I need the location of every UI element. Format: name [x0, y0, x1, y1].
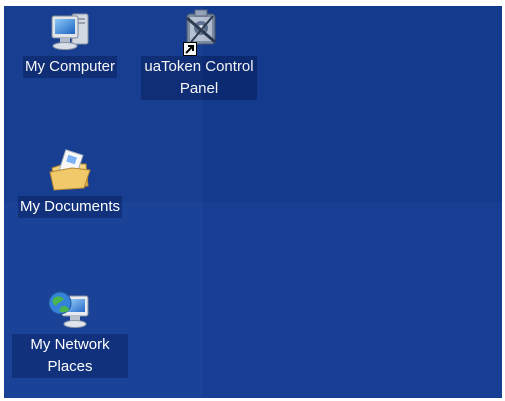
control-panel-icon: [175, 8, 223, 56]
desktop-icon-label: uaToken Control Panel: [141, 56, 257, 100]
my-documents-icon: [46, 148, 94, 196]
desktop-icon-my-computer[interactable]: My Computer: [6, 8, 134, 78]
desktop-icon-label: My Network Places: [12, 334, 128, 378]
desktop-icon-label: My Documents: [17, 196, 123, 218]
desktop-icon-label: My Computer: [22, 56, 118, 78]
desktop: My Computer uaToken Control Panel My Doc…: [4, 6, 502, 398]
desktop-icon-my-network-places[interactable]: My Network Places: [6, 286, 134, 378]
my-computer-icon: [46, 8, 94, 56]
network-places-icon: [46, 286, 94, 334]
shortcut-arrow-icon: [183, 42, 197, 56]
desktop-icon-uatoken-control-panel[interactable]: uaToken Control Panel: [135, 8, 263, 100]
desktop-icon-my-documents[interactable]: My Documents: [6, 148, 134, 218]
